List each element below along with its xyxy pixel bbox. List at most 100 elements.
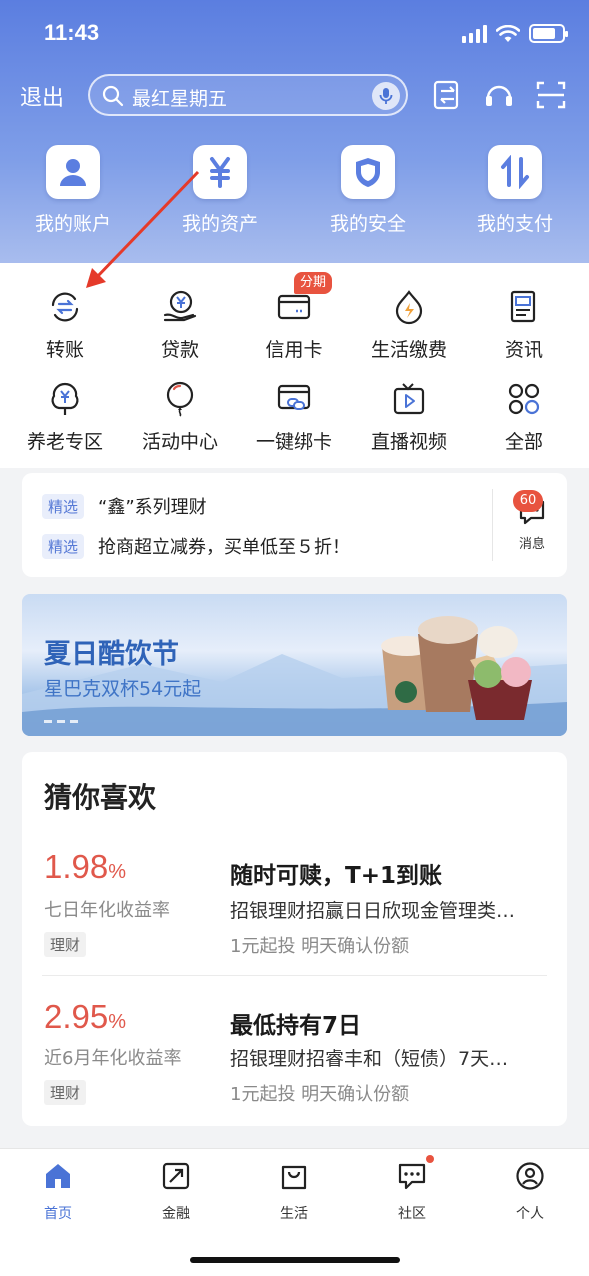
grid-label: 一键绑卡 <box>255 431 332 453</box>
account-shortcuts: 我的账户 我的资产 我的安全 我的支付 <box>0 145 589 245</box>
grid-label: 资讯 <box>504 339 543 361</box>
balloon-icon <box>160 379 200 419</box>
nav-profile[interactable]: 个人 <box>490 1161 570 1223</box>
nav-label: 金融 <box>162 1206 190 1222</box>
shortcut-my-payment[interactable]: 我的支付 <box>460 145 570 236</box>
grid-item-activity-center[interactable]: 活动中心 <box>125 379 235 454</box>
all-apps-icon <box>504 379 544 419</box>
shortcut-my-account[interactable]: 我的账户 <box>18 145 128 236</box>
grid-item-utility-payment[interactable]: 生活缴费 <box>354 287 464 362</box>
scan-icon[interactable] <box>534 78 568 112</box>
grid-label: 直播视频 <box>370 431 447 453</box>
product-rate: 2.95% <box>44 998 127 1035</box>
news-item[interactable]: 精选 抢商超立减券，买单低至５折！ <box>42 533 350 559</box>
flame-icon <box>389 287 429 327</box>
shortcut-my-assets[interactable]: 我的资产 <box>165 145 275 236</box>
grid-label: 活动中心 <box>141 431 218 453</box>
logout-button[interactable]: 退出 <box>20 80 64 112</box>
grid-item-news[interactable]: 资讯 <box>469 287 579 362</box>
shortcut-label: 我的资产 <box>181 213 258 235</box>
banner-title: 夏日酷饮节 <box>44 639 179 670</box>
search-icon <box>102 85 124 107</box>
transfer-arrows-icon <box>488 145 542 199</box>
grid-item-transfer[interactable]: 转账 <box>10 287 120 362</box>
product-rate: 1.98% <box>44 848 127 885</box>
shortcut-label: 我的账户 <box>34 213 111 235</box>
recommendation-title: 猜你喜欢 <box>44 781 157 814</box>
grid-label: 转账 <box>45 339 84 361</box>
news-tag: 精选 <box>42 533 85 559</box>
finance-icon <box>162 1162 190 1190</box>
product-name: 随时可赎，T+1到账 <box>230 863 442 889</box>
bind-card-icon <box>274 379 314 419</box>
home-icon <box>46 1164 70 1188</box>
bill-switch-icon[interactable] <box>430 78 464 112</box>
live-tv-icon <box>389 379 429 419</box>
status-icons <box>462 24 568 43</box>
home-indicator <box>190 1257 400 1263</box>
product-name: 最低持有7日 <box>230 1013 362 1039</box>
headset-icon[interactable] <box>482 78 516 112</box>
nav-label: 社区 <box>398 1206 426 1222</box>
product-rate-label: 七日年化收益率 <box>44 900 170 921</box>
nav-finance[interactable]: 金融 <box>136 1161 216 1223</box>
chat-icon <box>398 1163 426 1190</box>
search-input[interactable]: 最红星期五 <box>88 74 408 116</box>
status-bar: 11:43 <box>0 0 589 70</box>
grid-item-all[interactable]: 全部 <box>469 379 579 454</box>
profile-icon <box>516 1162 544 1190</box>
transfer-icon <box>45 287 85 327</box>
divider <box>42 975 547 976</box>
signal-icon <box>462 24 487 43</box>
nav-home[interactable]: 首页 <box>18 1161 98 1223</box>
shield-icon <box>341 145 395 199</box>
battery-icon <box>529 24 568 43</box>
nav-label: 个人 <box>516 1206 544 1222</box>
banner-subtitle: 星巴克双杯54元起 <box>44 678 202 700</box>
search-placeholder: 最红星期五 <box>132 88 228 110</box>
grid-item-pension[interactable]: 养老专区 <box>10 379 120 454</box>
wifi-icon <box>496 24 520 42</box>
news-item[interactable]: 精选 “鑫”系列理财 <box>42 493 207 519</box>
loan-icon <box>160 287 200 327</box>
message-label: 消息 <box>518 537 545 552</box>
shortcut-my-security[interactable]: 我的安全 <box>313 145 423 236</box>
grid-item-bind-card[interactable]: 一键绑卡 <box>239 379 349 454</box>
grid-label: 信用卡 <box>265 339 323 361</box>
shopping-bag-icon <box>281 1165 307 1190</box>
user-icon <box>46 145 100 199</box>
divider <box>492 489 493 561</box>
grid-item-live-video[interactable]: 直播视频 <box>354 379 464 454</box>
top-toolbar: 退出 最红星期五 <box>0 72 589 118</box>
grid-label: 养老专区 <box>26 431 103 453</box>
news-text: “鑫”系列理财 <box>98 497 207 518</box>
product-description: 招银理财招睿丰和（短债）7天… <box>230 1048 509 1070</box>
nav-label: 生活 <box>280 1206 308 1222</box>
nav-community[interactable]: 社区 <box>372 1161 452 1223</box>
banner-pagination <box>44 720 78 723</box>
pension-icon <box>45 379 85 419</box>
shortcut-label: 我的安全 <box>329 213 406 235</box>
recommendation-card: 猜你喜欢 1.98% 七日年化收益率 理财 随时可赎，T+1到账 招银理财招赢日… <box>22 752 567 1126</box>
community-notification-dot <box>426 1155 434 1163</box>
product-condition: 1元起投 明天确认份额 <box>230 936 410 957</box>
grid-label: 生活缴费 <box>370 339 447 361</box>
grid-item-loan[interactable]: 贷款 <box>125 287 235 362</box>
news-tag: 精选 <box>42 493 85 519</box>
shortcut-label: 我的支付 <box>476 213 553 235</box>
grid-label: 贷款 <box>160 339 199 361</box>
product-rate-label: 近6月年化收益率 <box>44 1048 182 1069</box>
news-card: 精选 “鑫”系列理财 精选 抢商超立减券，买单低至５折！ 消息 <box>22 473 567 577</box>
installment-badge: 分期 <box>294 272 333 294</box>
yuan-icon <box>193 145 247 199</box>
microphone-icon[interactable] <box>372 82 400 110</box>
product-condition: 1元起投 明天确认份额 <box>230 1084 410 1105</box>
news-icon <box>504 287 544 327</box>
news-text: 抢商超立减券，买单低至５折！ <box>98 537 351 558</box>
status-time: 11:43 <box>44 20 100 45</box>
product-tag: 理财 <box>44 1080 87 1105</box>
grid-item-credit-card[interactable]: 信用卡 <box>239 287 349 362</box>
nav-life[interactable]: 生活 <box>254 1161 334 1223</box>
product-description: 招银理财招赢日日欣现金管理类… <box>230 900 516 922</box>
promo-banner[interactable]: 夏日酷饮节 星巴克双杯54元起 <box>22 594 567 736</box>
